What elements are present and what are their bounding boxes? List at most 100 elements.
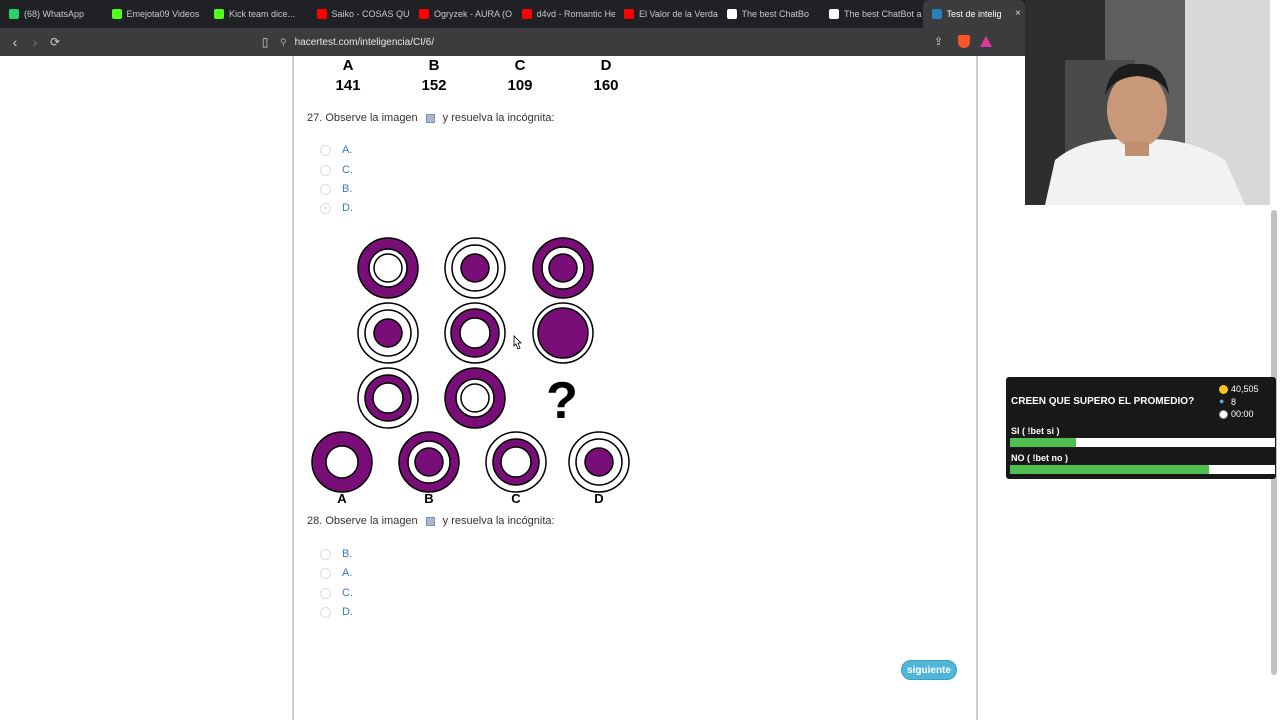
ring-figure	[357, 367, 419, 429]
poll-option-label: NO ( !bet no )	[1011, 453, 1068, 463]
ring-figure	[532, 237, 594, 299]
q28-option[interactable]: C.	[320, 587, 353, 599]
bookmark-icon[interactable]: ▯	[255, 32, 275, 52]
previous-answer-letters: A B C D	[305, 57, 649, 74]
poll-coins: 40,505	[1231, 384, 1259, 394]
browser-tab[interactable]: Emejota09 Videos	[103, 0, 206, 28]
kick-icon	[214, 9, 224, 19]
option-label: B.	[342, 183, 353, 195]
tab-title: Ogryzek - AURA (O	[434, 9, 513, 19]
option-label: A.	[342, 144, 353, 156]
brave-shield-icon[interactable]	[958, 35, 970, 48]
question-text-before: 27. Observe la imagen	[307, 112, 418, 124]
tab-title: (68) WhatsApp	[24, 9, 85, 19]
url-text: hacertest.com/inteligencia/CI/6/	[294, 36, 435, 48]
tab-title: The best ChatBot a	[844, 9, 922, 19]
tab-title: Test de intelig	[946, 9, 1002, 19]
browser-tab[interactable]: d4vd - Romantic He	[513, 0, 616, 28]
ring-figure	[532, 302, 594, 364]
browser-tab[interactable]: Ogryzek - AURA (O	[410, 0, 513, 28]
poll-voters: 8	[1231, 396, 1237, 407]
question-text-after: y resuelva la incógnita:	[442, 112, 555, 124]
tab-title: The best ChatBo	[741, 9, 810, 19]
poll-question: CREEN QUE SUPERO EL PROMEDIO?	[1011, 396, 1195, 407]
browser-tab[interactable]: The best ChatBot a	[820, 0, 923, 28]
ring-figure	[357, 237, 419, 299]
radio-button[interactable]	[320, 144, 331, 156]
chatbot-icon	[726, 9, 737, 19]
question-mark: ?	[546, 372, 578, 430]
browser-tab[interactable]: Test de intelig ×	[922, 0, 1025, 28]
option-label: D.	[342, 606, 353, 618]
mouse-cursor-icon	[513, 335, 522, 350]
radio-button[interactable]	[320, 606, 331, 618]
poll-option-label: SI ( !bet si )	[1011, 426, 1060, 436]
url-field[interactable]: ⚲ hacertest.com/inteligencia/CI/6/	[280, 32, 1000, 52]
reload-icon[interactable]: ⟳	[45, 32, 65, 52]
answer-figure-b	[398, 431, 460, 493]
radio-button[interactable]	[320, 587, 331, 599]
site-info-icon[interactable]: ⚲	[280, 37, 287, 48]
radio-button[interactable]	[320, 567, 331, 579]
hacertest-icon	[931, 9, 942, 19]
content-border-right	[976, 56, 978, 720]
radio-button[interactable]	[320, 548, 331, 560]
answer-figure-c	[485, 431, 547, 493]
ring-figure	[357, 302, 419, 364]
close-tab-icon[interactable]: ×	[1015, 8, 1021, 19]
share-icon[interactable]: ⇪	[934, 35, 943, 48]
radio-button[interactable]	[320, 164, 331, 176]
whatsapp-icon	[9, 9, 19, 19]
clock-icon	[1219, 409, 1228, 419]
q28-option[interactable]: D.	[320, 606, 353, 618]
forward-icon[interactable]: ›	[25, 32, 45, 52]
coin-icon	[1219, 384, 1228, 394]
browser-tab[interactable]: El Valor de la Verda	[615, 0, 718, 28]
q28-option[interactable]: B.	[320, 548, 352, 560]
answer-label: B	[424, 491, 433, 506]
broken-image-icon	[425, 516, 435, 526]
poll-option-bar	[1010, 438, 1275, 447]
browser-tab[interactable]: The best ChatBo	[718, 0, 821, 28]
browser-tab[interactable]: Saiko - COSAS QUE	[308, 0, 410, 28]
answer-letter: A	[342, 57, 354, 74]
chat-poll-widget: CREEN QUE SUPERO EL PROMEDIO? 40,505 ● 8 …	[1006, 377, 1276, 479]
kick-icon	[111, 9, 122, 19]
youtube-icon	[521, 9, 532, 19]
previous-answer-values: 141 152 109 160	[305, 77, 649, 94]
tab-title: Kick team dice...	[229, 9, 296, 19]
q27-option[interactable]: A.	[320, 144, 352, 156]
answer-value: 141	[335, 77, 361, 94]
poll-option-bar	[1010, 465, 1275, 474]
rewards-icon[interactable]	[980, 36, 992, 47]
radio-button[interactable]: ›	[320, 202, 331, 214]
tab-title: d4vd - Romantic He	[536, 9, 616, 19]
option-label: C.	[342, 587, 353, 599]
option-label: A.	[342, 567, 353, 579]
question-28-prompt: 28. Observe la imagen y resuelva la incó…	[307, 515, 555, 527]
youtube-icon	[316, 9, 327, 19]
next-button[interactable]: siguiente	[901, 660, 957, 680]
radio-button[interactable]	[320, 183, 331, 195]
tab-strip: (68) WhatsApp Emejota09 Videos Kick team d…	[0, 0, 1025, 28]
browser-tab[interactable]: Kick team dice...	[205, 0, 308, 28]
q27-option[interactable]: › D.	[320, 202, 353, 214]
answer-letter: C	[514, 57, 526, 74]
question-27-prompt: 27. Observe la imagen y resuelva la incó…	[307, 112, 555, 124]
chatbot-icon	[829, 9, 839, 19]
question-text-before: 28. Observe la imagen	[307, 515, 418, 527]
webcam-feed	[1025, 0, 1270, 205]
browser-tab[interactable]: (68) WhatsApp	[0, 0, 103, 28]
poll-stats: 40,505 ● 8 00:00	[1219, 383, 1259, 421]
q27-option[interactable]: B.	[320, 183, 352, 195]
youtube-icon	[419, 9, 429, 19]
back-icon[interactable]: ‹	[5, 32, 25, 52]
answer-figure-a	[311, 431, 373, 493]
puzzle-image: ? A B C D	[311, 237, 630, 506]
poll-bar-fill	[1010, 438, 1077, 447]
ring-figure	[444, 367, 506, 429]
q28-option[interactable]: A.	[320, 567, 352, 579]
option-label: C.	[342, 164, 353, 176]
answer-value: 109	[507, 77, 533, 94]
q27-option[interactable]: C.	[320, 164, 353, 176]
